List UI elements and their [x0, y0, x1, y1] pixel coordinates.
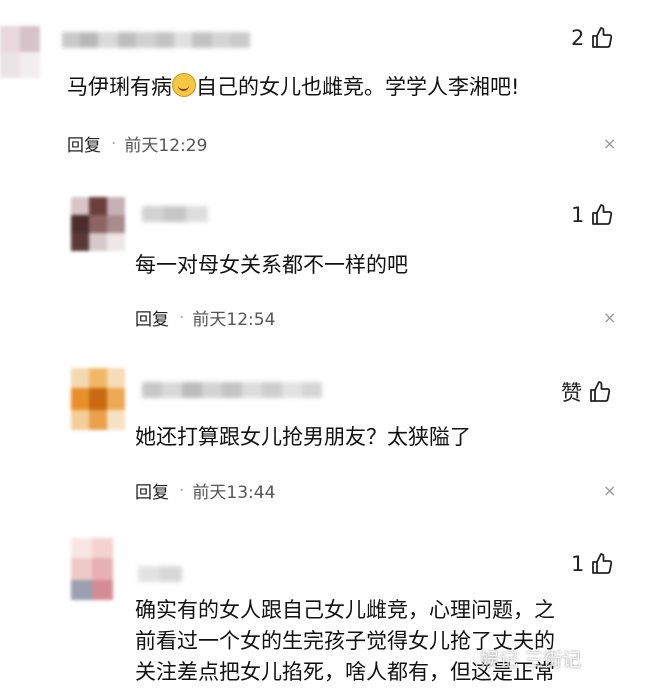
avatar[interactable]	[71, 197, 125, 251]
grinning-face-emoji	[172, 73, 196, 97]
reply-button[interactable]: 回复	[135, 478, 169, 503]
watermark: 娱记 三街记	[480, 649, 582, 671]
thumbs-up-icon	[592, 27, 613, 48]
like-count: 赞	[561, 381, 582, 405]
thumbs-up-icon	[590, 381, 611, 402]
close-icon[interactable]: ×	[603, 481, 616, 500]
comment-meta: 回复 · 前天13:44	[135, 478, 276, 504]
comment-meta: 回复 · 前天12:54	[135, 305, 276, 331]
comment-text-line-1: 确实有的女人跟自己女儿雌竞，心理问题，之	[135, 598, 555, 622]
comment-text: 马伊琍有病 自己的女儿也雌竞。学学人李湘吧!	[67, 73, 520, 99]
like-count: 2	[571, 26, 585, 50]
thumbs-up-icon	[592, 204, 613, 225]
comment-text: 每一对母女关系都不一样的吧	[135, 253, 408, 277]
like-button[interactable]: 1	[571, 203, 614, 227]
like-count: 1	[571, 552, 585, 576]
avatar[interactable]	[71, 368, 125, 430]
username[interactable]	[138, 566, 182, 582]
like-button[interactable]: 赞	[561, 377, 612, 407]
reply-button[interactable]: 回复	[67, 131, 101, 156]
timestamp: 前天12:54	[192, 310, 276, 330]
like-count: 1	[571, 203, 585, 227]
comment-text: 她还打算跟女儿抢男朋友？太狭隘了	[135, 425, 471, 449]
username[interactable]	[142, 206, 208, 222]
timestamp: 前天13:44	[192, 483, 276, 503]
avatar[interactable]	[0, 26, 40, 78]
like-button[interactable]: 2	[571, 26, 614, 50]
comment-meta: 回复 · 前天12:29	[67, 131, 208, 157]
timestamp: 前天12:29	[124, 136, 208, 156]
like-button[interactable]: 1	[571, 552, 614, 576]
thumbs-up-icon	[592, 553, 613, 574]
username[interactable]	[62, 32, 250, 48]
avatar[interactable]	[71, 538, 113, 600]
username[interactable]	[142, 382, 322, 398]
close-icon[interactable]: ×	[603, 134, 616, 153]
close-icon[interactable]: ×	[603, 308, 616, 327]
reply-button[interactable]: 回复	[135, 305, 169, 330]
